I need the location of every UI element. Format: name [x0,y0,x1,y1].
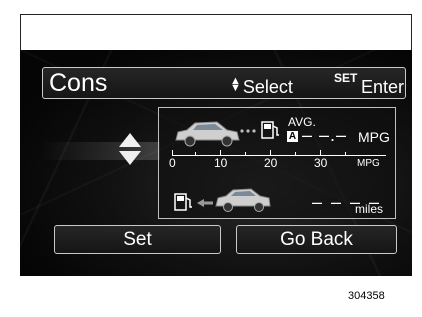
set-key-label: SET [334,71,358,85]
scroll-arrows[interactable] [119,133,141,165]
car-icon [175,121,240,147]
scale-tick-label: 30 [314,156,328,170]
header-bar: Cons ▲ ▼ Select SET Enter [42,67,406,99]
trip-a-badge: A [287,131,298,142]
scroll-up-arrow-icon[interactable] [119,133,141,147]
scale-unit: MPG [357,158,380,169]
go-back-button-label: Go Back [280,229,353,250]
fuel-pump-icon [174,193,192,211]
average-mpg-value: – –.– [302,125,348,145]
scale-tick [295,152,296,155]
set-button-label: Set [123,229,152,250]
average-mpg-unit: MPG [358,129,390,145]
go-back-button[interactable]: Go Back [236,225,397,254]
figure-id: 304358 [348,290,385,302]
display-screen: Cons ▲ ▼ Select SET Enter AVG. A – –.– MPG [20,50,412,276]
fuel-consumption-panel: AVG. A – –.– MPG 0 10 20 30 MPG – – – – … [158,107,396,219]
mpg-scale-line [172,155,386,156]
scale-tick [270,150,271,155]
scale-tick [172,150,173,155]
enter-label: Enter [361,77,405,97]
scale-tick [220,150,221,155]
up-down-arrow-icon: ▲ ▼ [230,75,241,94]
range-unit: miles [355,202,384,216]
scale-tick-label: 0 [169,156,176,170]
scroll-down-arrow-icon[interactable] [119,151,141,165]
select-hint: ▲ ▼ Select [230,75,293,98]
left-arrow-icon [197,199,213,207]
screen-title: Cons [49,69,108,97]
scale-tick [345,152,346,155]
scale-tick [245,152,246,155]
set-button[interactable]: Set [54,225,221,254]
select-label: Select [242,77,293,97]
fuel-pump-icon [261,121,279,139]
scale-tick-label: 20 [264,156,278,170]
selection-glow [40,142,160,160]
car-icon [215,188,271,212]
dots-icon [240,129,256,133]
scale-tick [195,152,196,155]
scale-tick [320,150,321,155]
scale-tick-label: 10 [214,156,228,170]
